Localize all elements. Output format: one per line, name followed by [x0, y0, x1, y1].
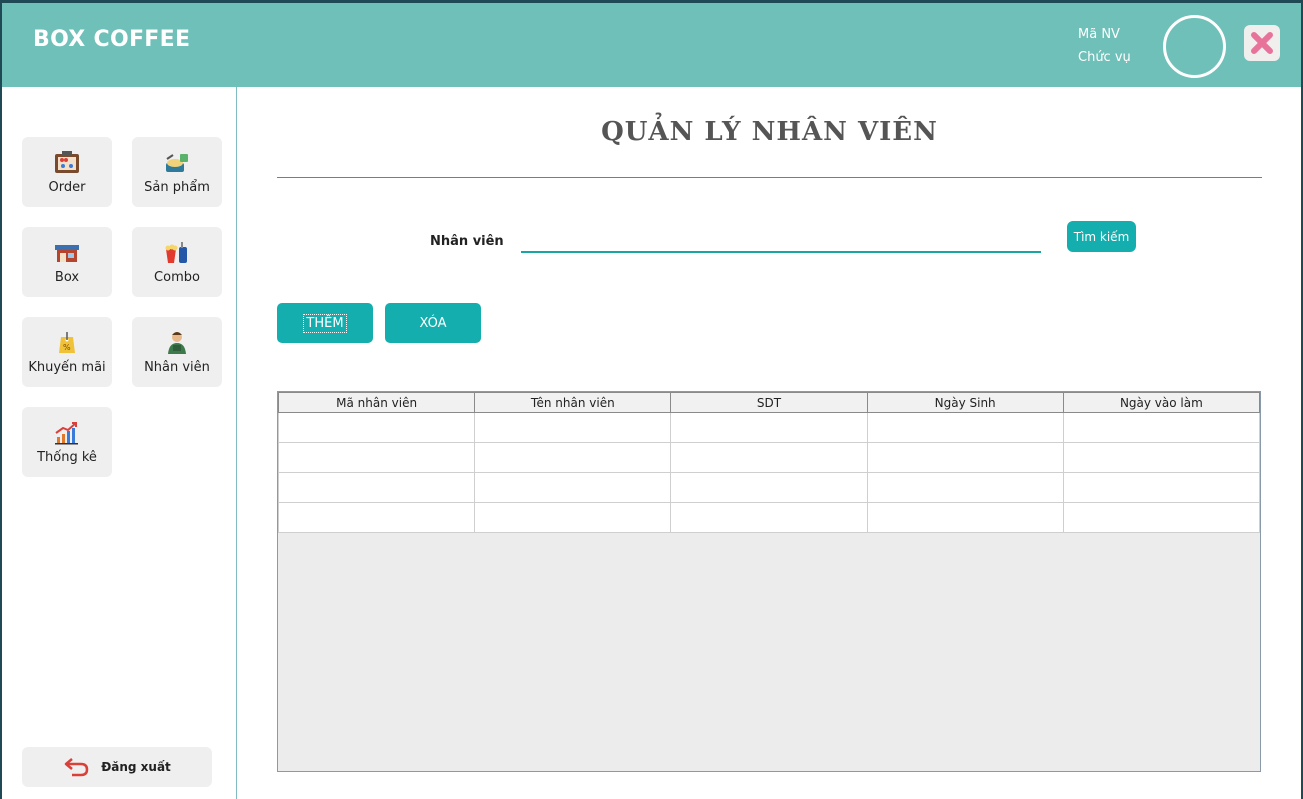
logout-icon [64, 758, 89, 777]
table-cell[interactable] [474, 502, 672, 533]
table-cell[interactable] [866, 412, 1064, 443]
search-label: Nhân viên [430, 234, 504, 249]
sidebar-item-label: Khuyến mãi [28, 359, 106, 375]
table-cell[interactable] [866, 502, 1064, 533]
sidebar-item-label: Combo [154, 269, 200, 285]
sidebar-item-products[interactable]: Sản phẩm [132, 137, 222, 207]
table-cell[interactable] [277, 472, 476, 503]
employee-table[interactable]: Mã nhân viên Tên nhân viên SDT Ngày Sinh… [277, 391, 1261, 772]
table-row[interactable] [277, 442, 1261, 473]
close-icon [1251, 32, 1273, 54]
table-cell[interactable] [1062, 472, 1261, 503]
table-cell[interactable] [277, 412, 476, 443]
column-header[interactable]: Ngày vào làm [1062, 392, 1261, 413]
sidebar-item-label: Thống kê [37, 449, 97, 465]
user-info: Mã NV Chức vụ [1078, 23, 1131, 69]
employee-icon [164, 330, 190, 356]
delete-button[interactable]: XÓA [385, 303, 481, 343]
sidebar-item-label: Order [48, 179, 86, 195]
sidebar-item-label: Box [54, 269, 80, 285]
table-row[interactable] [277, 472, 1261, 503]
table-cell[interactable] [474, 412, 672, 443]
add-button-label: THÊM [303, 313, 347, 333]
table-cell[interactable] [866, 472, 1064, 503]
discount-tag-icon: % [54, 330, 80, 356]
table-row[interactable] [277, 502, 1261, 533]
column-header[interactable]: Tên nhân viên [474, 392, 672, 413]
table-cell[interactable] [474, 472, 672, 503]
search-input[interactable] [521, 225, 1041, 253]
close-button[interactable] [1244, 25, 1280, 61]
app-window: BOX COFFEE Mã NV Chức vụ Order Sản phẩm [2, 3, 1301, 799]
column-header[interactable]: Mã nhân viên [277, 392, 476, 413]
header-bar: BOX COFFEE Mã NV Chức vụ [2, 3, 1301, 87]
add-button[interactable]: THÊM [277, 303, 373, 343]
table-cell[interactable] [1062, 412, 1261, 443]
sidebar-item-combo[interactable]: Combo [132, 227, 222, 297]
sidebar-item-order[interactable]: Order [22, 137, 112, 207]
logout-label: Đăng xuất [101, 760, 171, 774]
table-header-row: Mã nhân viên Tên nhân viên SDT Ngày Sinh… [277, 392, 1261, 413]
sidebar-item-label: Sản phẩm [144, 179, 210, 195]
sidebar-item-statistics[interactable]: Thống kê [22, 407, 112, 477]
main-panel: QUẢN LÝ NHÂN VIÊN Nhân viên Tìm kiếm THÊ… [238, 87, 1301, 799]
table-cell[interactable] [670, 412, 868, 443]
column-header[interactable]: SDT [670, 392, 868, 413]
table-cell[interactable] [277, 502, 476, 533]
employee-id-label: Mã NV [1078, 27, 1120, 42]
app-title: BOX COFFEE [33, 27, 191, 52]
column-header[interactable]: Ngày Sinh [866, 392, 1064, 413]
title-divider [277, 177, 1262, 178]
table-cell[interactable] [474, 442, 672, 473]
search-button[interactable]: Tìm kiếm [1067, 221, 1136, 252]
table-cell[interactable] [866, 442, 1064, 473]
table-cell[interactable] [670, 502, 868, 533]
popcorn-drink-icon [164, 240, 190, 266]
avatar[interactable] [1163, 15, 1226, 78]
sidebar-item-promotions[interactable]: % Khuyến mãi [22, 317, 112, 387]
table-cell[interactable] [670, 442, 868, 473]
table-cell[interactable] [1062, 502, 1261, 533]
sidebar-item-label: Nhân viên [144, 359, 210, 375]
sidebar: Order Sản phẩm Box Combo % Khuyến mãi Nh… [2, 87, 237, 799]
abacus-icon [54, 150, 80, 176]
store-box-icon [54, 240, 80, 266]
table-cell[interactable] [277, 442, 476, 473]
table-row[interactable] [277, 412, 1261, 443]
food-tray-icon [164, 150, 190, 176]
svg-text:%: % [63, 343, 71, 352]
page-title: QUẢN LÝ NHÂN VIÊN [601, 117, 938, 147]
sidebar-item-employees[interactable]: Nhân viên [132, 317, 222, 387]
logout-button[interactable]: Đăng xuất [22, 747, 212, 787]
role-label: Chức vụ [1078, 50, 1131, 65]
sidebar-item-box[interactable]: Box [22, 227, 112, 297]
table-cell[interactable] [1062, 442, 1261, 473]
chart-growth-icon [54, 420, 80, 446]
table-cell[interactable] [670, 472, 868, 503]
